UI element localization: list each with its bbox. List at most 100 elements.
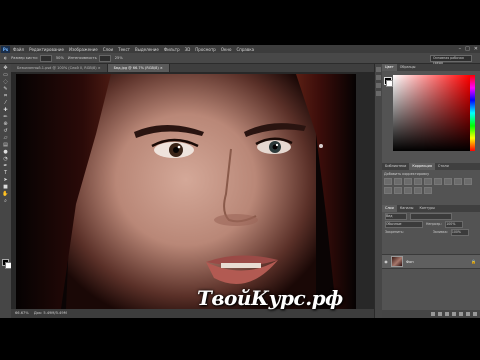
visibility-eye-icon[interactable]: ◉ xyxy=(383,259,389,264)
layers-bottom-bar xyxy=(382,310,480,318)
menu-filter[interactable]: Фильтр xyxy=(164,47,180,52)
zoom-readout[interactable]: 66.67% xyxy=(15,311,29,315)
levels-icon[interactable] xyxy=(394,178,402,185)
type-tool-icon[interactable]: T xyxy=(2,170,9,176)
document-tabs: Безымянный-1.psd @ 100% (Слой 0, RGB/8) … xyxy=(11,64,374,72)
tab-styles[interactable]: Стили xyxy=(435,163,452,170)
layer-filter-row: Вид xyxy=(382,212,480,220)
gradient-map-icon[interactable] xyxy=(424,187,432,194)
layer-kind-select[interactable]: Вид xyxy=(385,212,407,220)
adjustments-panel: Библиотеки Коррекция Стили Добавить корр… xyxy=(382,163,480,203)
brush-tool-icon[interactable]: ✏ xyxy=(2,114,9,120)
history-brush-icon[interactable]: ↺ xyxy=(2,128,9,134)
menu-select[interactable]: Выделение xyxy=(135,47,159,52)
portrait-photo xyxy=(16,74,356,309)
new-layer-icon[interactable] xyxy=(466,312,470,316)
menu-type[interactable]: Текст xyxy=(118,47,130,52)
size-field[interactable] xyxy=(39,54,52,62)
menu-help[interactable]: Справка xyxy=(236,47,254,52)
fill-label: Заливка: xyxy=(432,230,448,234)
crop-tool-icon[interactable]: ⌗ xyxy=(2,93,9,99)
character-icon[interactable] xyxy=(376,91,381,96)
healing-tool-icon[interactable]: ✚ xyxy=(2,107,9,113)
menu-view[interactable]: Просмотр xyxy=(195,47,216,52)
path-select-tool-icon[interactable]: ➤ xyxy=(2,177,9,183)
clone-tool-icon[interactable]: ⊕ xyxy=(2,121,9,127)
tab-swatches[interactable]: Образцы xyxy=(397,64,419,71)
brush-presets-icon[interactable] xyxy=(376,83,381,88)
tab-channels[interactable]: Каналы xyxy=(397,205,417,212)
tool-preset-icon[interactable]: ◐ xyxy=(4,56,7,60)
canvas-area[interactable] xyxy=(11,72,374,309)
add-adjustment-label: Добавить корректировку xyxy=(384,172,430,176)
video-frame: Ps Файл Редактирование Изображение Слои … xyxy=(0,0,480,360)
black-white-icon[interactable] xyxy=(454,178,462,185)
curves-icon[interactable] xyxy=(404,178,412,185)
color-balance-icon[interactable] xyxy=(444,178,452,185)
link-layers-icon[interactable] xyxy=(431,312,435,316)
blur-tool-icon[interactable]: ● xyxy=(2,149,9,155)
opacity-label: Непрозр.: xyxy=(426,222,443,226)
quick-select-tool-icon[interactable]: ✎ xyxy=(2,86,9,92)
vibrance-icon[interactable] xyxy=(424,178,432,185)
history-icon[interactable] xyxy=(376,67,381,72)
close-icon[interactable]: ✕ xyxy=(474,46,478,52)
opacity-field[interactable]: 100% xyxy=(445,220,464,228)
color-picker-field[interactable] xyxy=(393,75,473,151)
move-tool-icon[interactable]: ✥ xyxy=(2,65,9,71)
fill-field[interactable]: 100% xyxy=(450,228,469,236)
hue-saturation-icon[interactable] xyxy=(434,178,442,185)
new-adjustment-icon[interactable] xyxy=(452,312,456,316)
dodge-tool-icon[interactable]: ◔ xyxy=(2,156,9,162)
intensity-field[interactable] xyxy=(98,54,111,62)
menu-layer[interactable]: Слои xyxy=(103,47,113,52)
threshold-icon[interactable] xyxy=(414,187,422,194)
tab-document-1[interactable]: Безымянный-1.psd @ 100% (Слой 0, RGB/8) … xyxy=(11,64,108,72)
brightness-icon[interactable] xyxy=(384,178,392,185)
menu-bar: Ps Файл Редактирование Изображение Слои … xyxy=(0,45,480,53)
lock-icon: 🔒 xyxy=(471,259,476,264)
channel-mixer-icon[interactable] xyxy=(384,187,392,194)
tab-document-2[interactable]: Бвд.jpg @ 66.7% (RGB/8) × xyxy=(107,64,170,72)
menu-edit[interactable]: Редактирование xyxy=(29,47,64,52)
lock-label: Закрепить: xyxy=(385,230,404,234)
exposure-icon[interactable] xyxy=(414,178,422,185)
ps-logo-icon: Ps xyxy=(1,45,10,53)
hand-tool-icon[interactable]: ✋ xyxy=(2,191,9,197)
maximize-icon[interactable]: □ xyxy=(465,46,470,52)
pen-tool-icon[interactable]: ✒ xyxy=(2,163,9,169)
blend-mode-select[interactable]: Обычные xyxy=(385,220,423,228)
tab-layers[interactable]: Слои xyxy=(382,205,397,212)
hue-slider[interactable] xyxy=(470,75,475,151)
tab-paths[interactable]: Контуры xyxy=(416,205,438,212)
size-value: 50% xyxy=(55,56,64,60)
workspace-select[interactable]: Основная рабочая среда xyxy=(430,55,472,65)
tab-libraries[interactable]: Библиотеки xyxy=(382,163,409,170)
posterize-icon[interactable] xyxy=(404,187,412,194)
tab-adjustments[interactable]: Коррекция xyxy=(409,163,435,170)
fx-icon[interactable] xyxy=(438,312,442,316)
marquee-tool-icon[interactable]: ▭ xyxy=(2,72,9,78)
lasso-tool-icon[interactable]: ◌ xyxy=(2,79,9,85)
menu-window[interactable]: Окно xyxy=(221,47,232,52)
properties-icon[interactable] xyxy=(376,75,381,80)
tab-color[interactable]: Цвет xyxy=(382,64,397,71)
eyedropper-tool-icon[interactable]: ⁄ xyxy=(2,100,9,106)
zoom-tool-icon[interactable]: ⌕ xyxy=(2,198,9,204)
color-panel: Цвет Образцы xyxy=(382,64,480,152)
layer-row[interactable]: ◉ Фон 🔒 xyxy=(382,254,480,269)
group-icon[interactable] xyxy=(459,312,463,316)
invert-icon[interactable] xyxy=(394,187,402,194)
layer-filter-icons[interactable] xyxy=(410,212,452,220)
menu-3d[interactable]: 3D xyxy=(185,47,191,52)
menu-image[interactable]: Изображение xyxy=(69,47,98,52)
shape-tool-icon[interactable]: ■ xyxy=(2,184,9,190)
menu-file[interactable]: Файл xyxy=(13,47,24,52)
photo-filter-icon[interactable] xyxy=(464,178,472,185)
panel-background-swatch[interactable] xyxy=(386,80,393,87)
mask-icon[interactable] xyxy=(445,312,449,316)
eraser-tool-icon[interactable]: ▱ xyxy=(2,135,9,141)
minimize-icon[interactable]: – xyxy=(459,46,462,52)
gradient-tool-icon[interactable]: ▤ xyxy=(2,142,9,148)
trash-icon[interactable] xyxy=(473,312,477,316)
